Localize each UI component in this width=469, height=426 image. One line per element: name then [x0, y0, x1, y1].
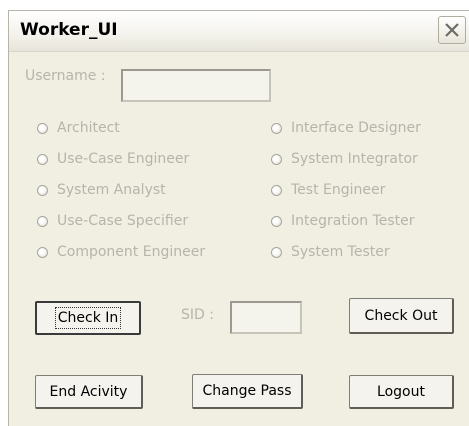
radio-icon — [37, 122, 48, 134]
sid-label: SID : — [181, 307, 214, 323]
window-title: Worker_UI — [20, 20, 118, 40]
radio-icon — [271, 246, 282, 258]
radio-label: Architect — [57, 120, 120, 136]
radio-component-engineer[interactable]: Component Engineer — [37, 242, 205, 262]
check-in-button[interactable]: Check In — [35, 301, 141, 335]
logout-label: Logout — [377, 383, 425, 400]
radio-label: System Analyst — [57, 182, 166, 198]
radio-test-engineer[interactable]: Test Engineer — [271, 180, 385, 200]
radio-icon — [37, 184, 48, 196]
radio-system-tester[interactable]: System Tester — [271, 242, 390, 262]
logout-button[interactable]: Logout — [349, 375, 454, 409]
radio-use-case-specifier[interactable]: Use-Case Specifier — [37, 211, 188, 231]
change-pass-label: Change Pass — [202, 383, 292, 399]
username-field[interactable] — [121, 69, 271, 102]
radio-use-case-engineer[interactable]: Use-Case Engineer — [37, 149, 189, 169]
change-pass-button[interactable]: Change Pass — [192, 374, 303, 409]
worker-ui-window: Worker_UI Username : Architect Use-Case … — [8, 10, 469, 426]
radio-icon — [271, 153, 282, 165]
radio-label: Test Engineer — [291, 182, 386, 198]
radio-label: Interface Designer — [291, 120, 421, 136]
radio-icon — [37, 246, 48, 258]
radio-icon — [37, 153, 48, 165]
radio-icon — [37, 215, 48, 227]
radio-icon — [271, 122, 282, 134]
check-out-label: Check Out — [364, 307, 438, 324]
radio-label: Use-Case Specifier — [57, 213, 189, 229]
radio-label: System Tester — [291, 244, 390, 260]
end-activity-label: End Acivity — [49, 383, 128, 400]
radio-interface-designer[interactable]: Interface Designer — [271, 118, 421, 138]
username-label: Username : — [25, 68, 106, 84]
radio-system-integrator[interactable]: System Integrator — [271, 149, 418, 169]
close-icon — [445, 23, 459, 37]
radio-label: Integration Tester — [291, 213, 415, 229]
check-out-button[interactable]: Check Out — [349, 298, 454, 334]
sid-field[interactable] — [230, 301, 302, 334]
radio-system-analyst[interactable]: System Analyst — [37, 180, 166, 200]
radio-icon — [271, 215, 282, 227]
radio-architect[interactable]: Architect — [37, 118, 120, 138]
radio-label: Component Engineer — [57, 244, 206, 260]
radio-integration-tester[interactable]: Integration Tester — [271, 211, 415, 231]
close-button[interactable] — [438, 16, 466, 44]
end-activity-button[interactable]: End Acivity — [35, 375, 143, 409]
radio-icon — [271, 184, 282, 196]
title-bar: Worker_UI — [9, 11, 469, 52]
radio-label: System Integrator — [291, 151, 418, 167]
radio-label: Use-Case Engineer — [57, 151, 190, 167]
check-in-label: Check In — [54, 307, 122, 329]
